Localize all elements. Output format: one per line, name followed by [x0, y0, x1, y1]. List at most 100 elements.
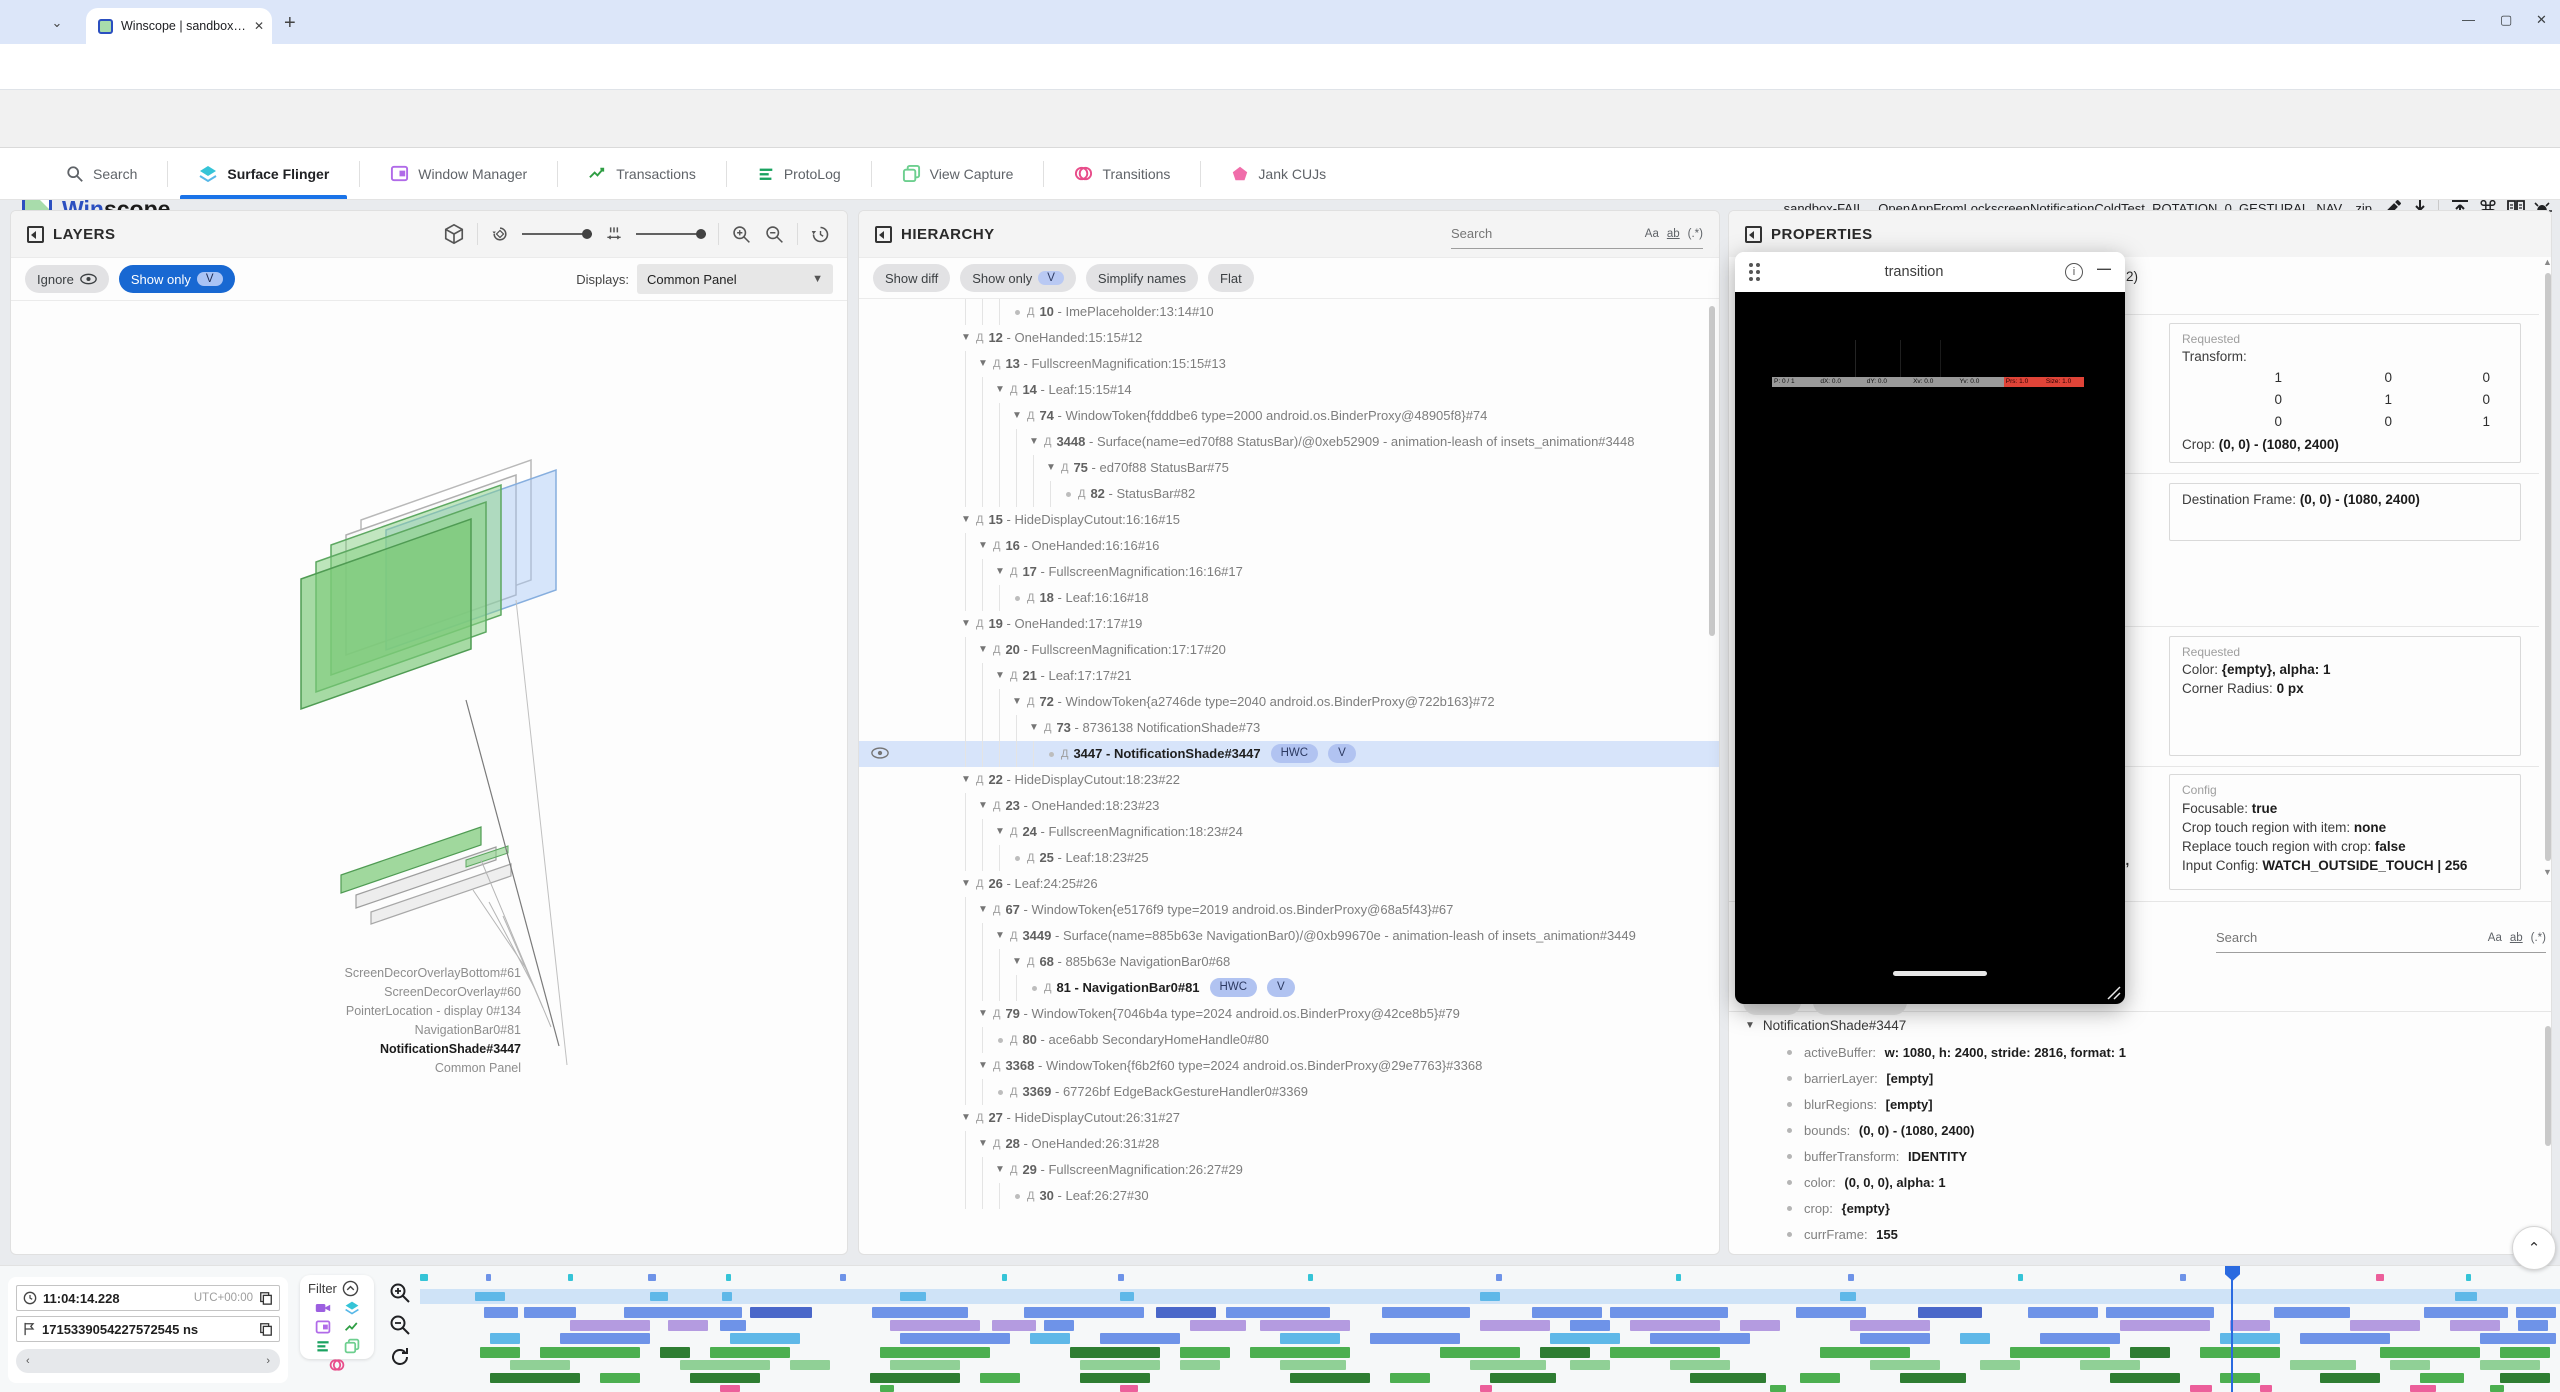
zoom-in-icon[interactable] [731, 224, 752, 245]
trace-segment[interactable] [720, 1385, 740, 1392]
expand-arrow-icon[interactable]: ▼ [976, 533, 990, 559]
tree-row[interactable]: Д82 - StatusBar#82 [859, 481, 1719, 507]
tree-row[interactable]: ▼Д14 - Leaf:15:15#14 [859, 377, 1719, 403]
tab-close-icon[interactable]: ✕ [254, 19, 264, 33]
pin-icon[interactable]: Д [993, 1053, 1000, 1079]
expand-arrow-icon[interactable]: ▼ [1010, 403, 1024, 429]
tree-row[interactable]: ▼Д72 - WindowToken{a2746de type=2040 and… [859, 689, 1719, 715]
tree-row[interactable]: ▼Д23 - OneHanded:18:23#23 [859, 793, 1719, 819]
trace-segment[interactable] [1024, 1307, 1144, 1318]
trace-segment[interactable] [2490, 1385, 2504, 1392]
timeline-reset-zoom-icon[interactable] [388, 1345, 412, 1369]
pin-icon[interactable]: Д [976, 611, 983, 637]
tree-row[interactable]: ▼Д79 - WindowToken{7046b4a type=2024 and… [859, 1001, 1719, 1027]
trace-segment[interactable] [570, 1320, 650, 1331]
trace-segment[interactable] [720, 1320, 746, 1331]
layer-3d-label[interactable]: Common Panel [131, 1061, 521, 1075]
tree-row[interactable]: ▼Д15 - HideDisplayCutout:16:16#15 [859, 507, 1719, 533]
protolog-filter-icon[interactable] [315, 1338, 331, 1354]
pin-icon[interactable]: Д [1010, 1157, 1017, 1183]
trace-segment[interactable] [2450, 1320, 2500, 1331]
copy-icon[interactable] [259, 1291, 273, 1305]
tree-row[interactable]: Д81 - NavigationBar0#81HWCV [859, 975, 1719, 1001]
trace-segment[interactable] [1670, 1360, 1730, 1370]
expand-arrow-icon[interactable]: ▼ [976, 897, 990, 923]
tree-row[interactable]: ▼Д21 - Leaf:17:17#21 [859, 663, 1719, 689]
ignore-chip[interactable]: Ignore [25, 265, 109, 293]
trace-segment[interactable] [475, 1292, 505, 1301]
reset-view-icon[interactable] [810, 224, 831, 245]
simplify-names-chip[interactable]: Simplify names [1086, 264, 1198, 292]
trace-segment[interactable] [1260, 1320, 1350, 1331]
spacing-slider[interactable] [636, 233, 706, 235]
trace-segment[interactable] [1382, 1307, 1470, 1318]
trace-segment[interactable] [2390, 1360, 2430, 1370]
trace-segment[interactable] [1870, 1360, 1940, 1370]
trace-segment[interactable] [2518, 1320, 2548, 1331]
property-row[interactable]: crop: {empty} [1729, 1195, 2551, 1221]
trace-segment[interactable] [2130, 1347, 2170, 1358]
trace-segment[interactable] [1840, 1292, 1856, 1301]
tree-row[interactable]: ▼Д24 - FullscreenMagnification:18:23#24 [859, 819, 1719, 845]
show-only-chip[interactable]: Show only V [960, 264, 1076, 292]
pin-icon[interactable]: Д [993, 1001, 1000, 1027]
pin-icon[interactable]: Д [1010, 559, 1017, 585]
hierarchy-scrollbar[interactable] [1709, 306, 1715, 636]
scroll-up-arrow[interactable]: ▲ [2543, 257, 2552, 267]
trace-segment[interactable] [730, 1333, 800, 1344]
trace-segment[interactable] [2500, 1347, 2550, 1358]
expand-arrow-icon[interactable]: ▼ [993, 663, 1007, 689]
pin-icon[interactable]: Д [1027, 1183, 1034, 1209]
ns-time-field[interactable]: 1715339054227572545 ns [16, 1316, 280, 1342]
trace-segment[interactable] [1770, 1385, 1786, 1392]
tab-search[interactable]: Search [36, 148, 167, 199]
trace-segment[interactable] [2350, 1320, 2420, 1331]
layer-3d-label[interactable]: NotificationShade#3447 [131, 1042, 521, 1056]
pin-icon[interactable]: Д [1061, 455, 1068, 481]
pin-icon[interactable]: Д [976, 767, 983, 793]
trace-segment[interactable] [870, 1373, 960, 1383]
transactions-filter-icon[interactable] [344, 1319, 360, 1335]
expand-arrow-icon[interactable]: ▼ [976, 1001, 990, 1027]
trace-segment[interactable] [1390, 1373, 1430, 1383]
trace-segment[interactable] [1120, 1385, 1138, 1392]
expand-arrow-icon[interactable]: ▼ [1010, 689, 1024, 715]
trace-segment[interactable] [2220, 1373, 2260, 1383]
trace-segment[interactable] [1180, 1360, 1220, 1370]
trace-segment[interactable] [1550, 1333, 1620, 1344]
window-minimize-button[interactable]: — [2462, 12, 2475, 27]
trace-segment[interactable] [722, 1292, 732, 1301]
expand-arrow-icon[interactable]: ▼ [959, 325, 973, 351]
trace-segment[interactable] [2410, 1385, 2436, 1392]
trace-segment[interactable] [1796, 1307, 1866, 1318]
pin-icon[interactable]: Д [1010, 819, 1017, 845]
resize-handle-icon[interactable] [2107, 986, 2121, 1000]
match-case-option[interactable]: Aa [2488, 932, 2502, 944]
trace-segment[interactable] [790, 1360, 830, 1370]
trace-segment[interactable] [600, 1373, 640, 1383]
zoom-out-icon[interactable] [764, 224, 785, 245]
trace-segment[interactable] [1100, 1333, 1180, 1344]
pin-icon[interactable]: Д [993, 897, 1000, 923]
rotation-slider[interactable] [522, 233, 592, 235]
trace-segment[interactable] [1650, 1333, 1750, 1344]
expand-arrow-icon[interactable]: ▼ [993, 923, 1007, 949]
tab-transitions[interactable]: Transitions [1044, 148, 1200, 199]
tree-row[interactable]: ▼Д13 - FullscreenMagnification:15:15#13 [859, 351, 1719, 377]
tree-row[interactable]: Д10 - ImePlaceholder:13:14#10 [859, 299, 1719, 325]
regex-option[interactable]: (.*) [1688, 228, 1703, 240]
trace-segment[interactable] [890, 1360, 960, 1370]
trace-segment[interactable] [750, 1307, 812, 1318]
expand-arrow-icon[interactable]: ▼ [993, 559, 1007, 585]
tree-row[interactable]: ▼Д67 - WindowToken{e5176f9 type=2019 and… [859, 897, 1719, 923]
trace-segment[interactable] [1540, 1347, 1590, 1358]
layer-3d-label[interactable]: PointerLocation - display 0#134 [131, 1004, 521, 1018]
3d-cube-icon[interactable] [443, 223, 465, 245]
expand-arrow-icon[interactable]: ▼ [959, 507, 973, 533]
trace-segment[interactable] [2480, 1360, 2540, 1370]
trace-segment[interactable] [2290, 1360, 2356, 1370]
trace-segment[interactable] [1290, 1373, 1370, 1383]
pin-icon[interactable]: Д [1010, 1027, 1017, 1053]
tab-protolog[interactable]: ProtoLog [727, 148, 871, 199]
properties-root-node[interactable]: ▼ NotificationShade#3447 [1729, 1011, 2551, 1039]
